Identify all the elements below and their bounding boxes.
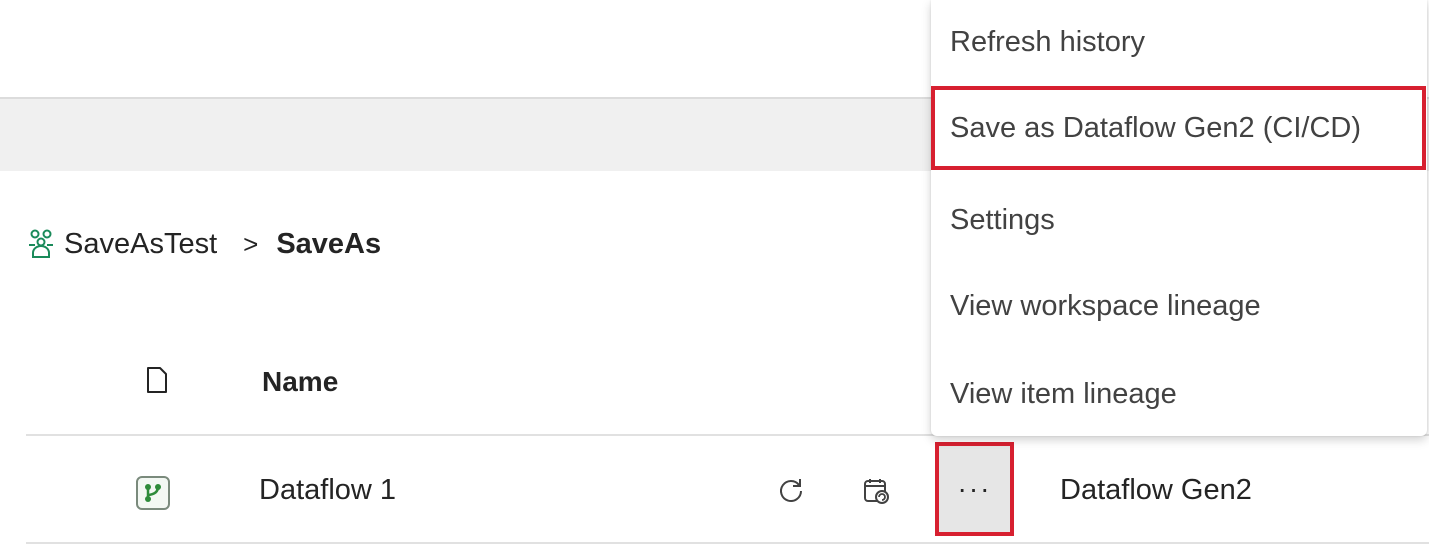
row-divider — [26, 542, 1429, 544]
name-column-header[interactable]: Name — [262, 366, 338, 398]
breadcrumb-workspace-link[interactable]: SaveAsTest — [64, 228, 217, 261]
menu-item-save-as-dataflow-gen2[interactable]: Save as Dataflow Gen2 (CI/CD) — [931, 86, 1426, 170]
workspace-icon — [29, 229, 53, 258]
breadcrumb-separator: > — [243, 228, 259, 259]
more-options-label: ··· — [957, 473, 992, 504]
menu-item-view-item-lineage[interactable]: View item lineage — [931, 352, 1427, 436]
refresh-icon[interactable] — [776, 476, 806, 506]
menu-item-label: View workspace lineage — [950, 289, 1261, 322]
dataflow-icon — [136, 476, 170, 510]
menu-item-label: Save as Dataflow Gen2 (CI/CD) — [950, 111, 1361, 144]
menu-item-refresh-history[interactable]: Refresh history — [931, 0, 1427, 84]
item-name-link[interactable]: Dataflow 1 — [259, 474, 396, 507]
menu-item-label: Settings — [950, 203, 1055, 236]
menu-item-label: Refresh history — [950, 25, 1146, 58]
more-options-button[interactable]: ··· — [935, 442, 1014, 536]
table-row[interactable]: Dataflow 1 ··· Dataflow Gen2 — [26, 436, 1429, 542]
schedule-refresh-icon[interactable] — [862, 476, 892, 506]
breadcrumb: SaveAsTest > SaveAs — [26, 222, 381, 266]
menu-item-view-workspace-lineage[interactable]: View workspace lineage — [931, 264, 1427, 348]
breadcrumb-current: SaveAs — [276, 227, 382, 260]
menu-item-label: View item lineage — [950, 377, 1177, 410]
item-type: Dataflow Gen2 — [1060, 474, 1252, 506]
context-menu: Refresh history Save as Dataflow Gen2 (C… — [931, 0, 1427, 436]
menu-item-settings[interactable]: Settings — [931, 178, 1427, 262]
dataflow-branch-icon — [145, 484, 161, 502]
file-type-icon — [147, 367, 167, 393]
